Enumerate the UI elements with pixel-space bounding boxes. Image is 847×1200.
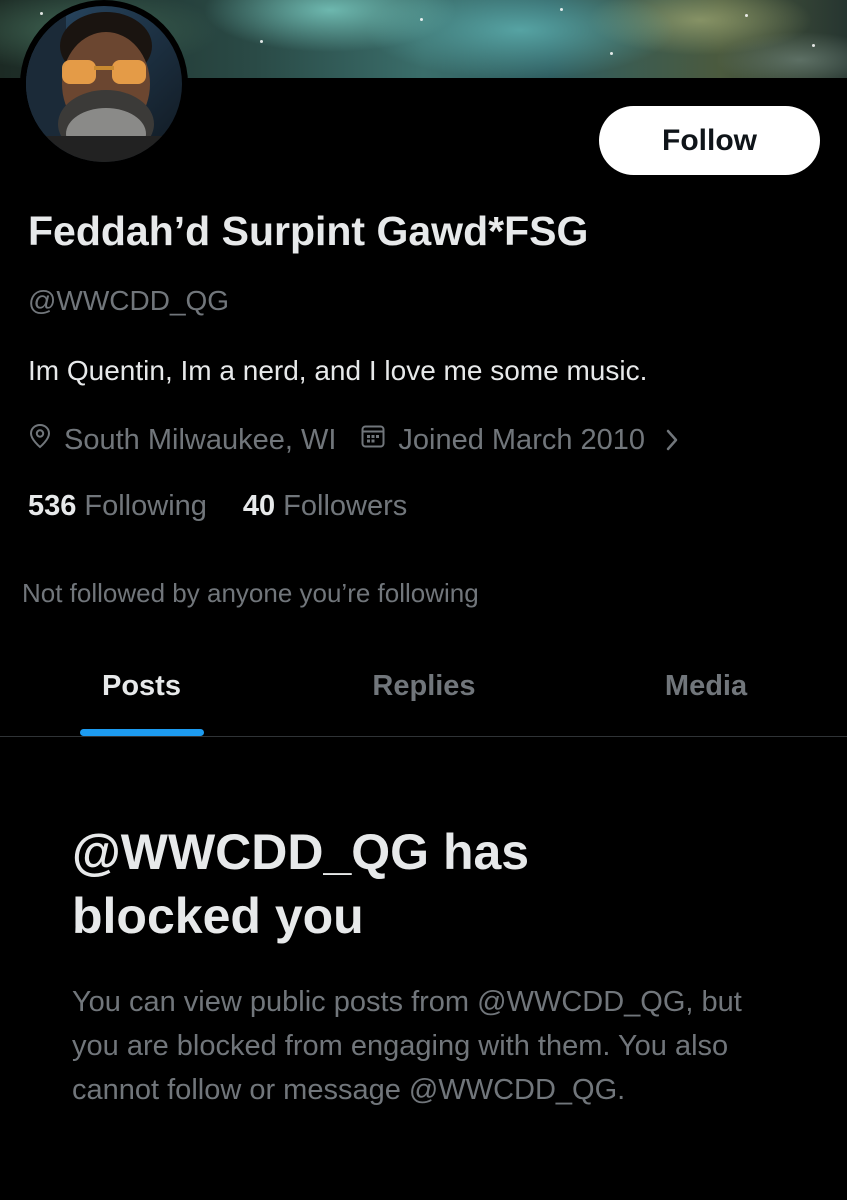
location-item: South Milwaukee, WI xyxy=(28,423,336,457)
tab-posts[interactable]: Posts xyxy=(0,650,283,736)
tab-replies[interactable]: Replies xyxy=(283,650,565,736)
following-label: Following xyxy=(84,490,207,522)
banner-star xyxy=(812,44,815,47)
display-name: Feddah’d Surpint Gawd*FSG xyxy=(28,208,589,254)
banner-star xyxy=(560,8,563,11)
blocked-title: @WWCDD_QG has blocked you xyxy=(72,824,530,944)
joined-item[interactable]: Joined March 2010 xyxy=(360,423,691,457)
avatar-photo xyxy=(26,6,182,162)
blocked-description: You can view public posts from @WWCDD_QG… xyxy=(72,986,742,1106)
banner-star xyxy=(260,40,263,43)
tab-label: Replies xyxy=(372,670,476,702)
followers-count: 40 xyxy=(242,490,276,522)
avatar[interactable] xyxy=(20,0,188,168)
banner-star xyxy=(40,12,43,15)
location-text: South Milwaukee, WI xyxy=(64,423,337,456)
following-count: 536 xyxy=(28,490,77,522)
followers-link[interactable]: 40 Followers xyxy=(243,490,407,523)
chevron-right-icon[interactable] xyxy=(665,428,691,452)
followers-label: Followers xyxy=(283,490,408,522)
active-tab-indicator xyxy=(79,729,204,736)
calendar-icon xyxy=(360,423,398,457)
banner-star xyxy=(610,52,613,55)
profile-bio: Im Quentin, Im a nerd, and I love me som… xyxy=(28,355,648,386)
following-link[interactable]: 536 Following xyxy=(28,490,207,523)
profile-meta: South Milwaukee, WI Joined March 2010 xyxy=(28,420,691,460)
not-followed-notice: Not followed by anyone you’re following xyxy=(22,578,479,608)
tab-media[interactable]: Media xyxy=(565,650,847,736)
tab-label: Media xyxy=(664,670,748,702)
profile-tabs: Posts Replies Media xyxy=(0,650,847,737)
banner-star xyxy=(420,18,423,21)
profile-handle: @WWCDD_QG xyxy=(28,285,230,316)
location-pin-icon xyxy=(28,423,64,457)
banner-star xyxy=(745,14,748,17)
tab-label: Posts xyxy=(102,670,181,702)
joined-text: Joined March 2010 xyxy=(398,423,646,456)
profile-stats: 536 Following 40 Followers xyxy=(28,490,407,523)
follow-button[interactable]: Follow xyxy=(599,106,820,175)
